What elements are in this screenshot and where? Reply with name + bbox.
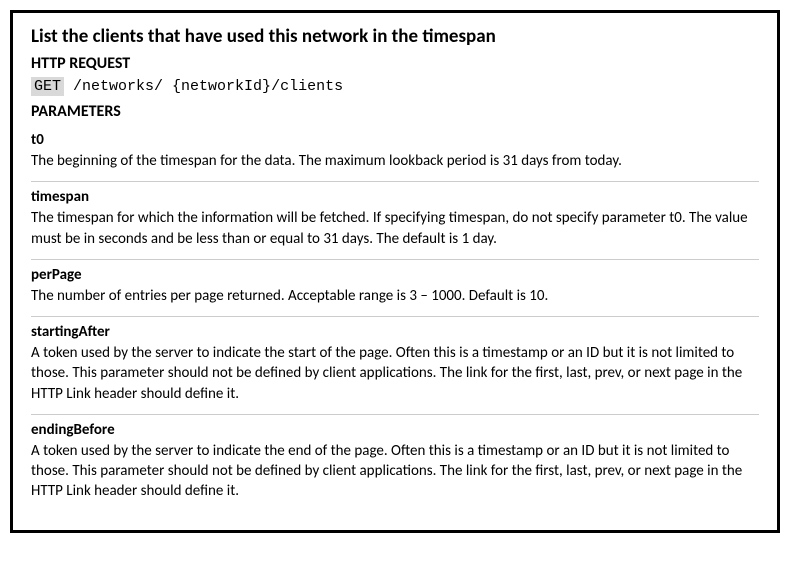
param-desc: A token used by the server to indicate t… (31, 441, 759, 502)
http-path: /networks/ {networkId}/clients (73, 78, 343, 95)
param-block: endingBefore A token used by the server … (31, 414, 759, 512)
http-method-badge: GET (31, 77, 64, 96)
param-desc: The number of entries per page returned.… (31, 286, 759, 306)
param-desc: A token used by the server to indicate t… (31, 343, 759, 404)
param-block: t0 The beginning of the timespan for the… (31, 125, 759, 181)
param-name: perPage (31, 266, 759, 284)
param-block: startingAfter A token used by the server… (31, 316, 759, 414)
param-name: endingBefore (31, 421, 759, 439)
param-name: t0 (31, 131, 759, 149)
http-request-heading: HTTP REQUEST (31, 54, 759, 73)
param-desc: The timespan for which the information w… (31, 208, 759, 249)
http-request-line: GET /networks/ {networkId}/clients (31, 77, 759, 96)
doc-frame: List the clients that have used this net… (10, 10, 780, 533)
parameters-heading: PARAMETERS (31, 102, 759, 121)
param-desc: The beginning of the timespan for the da… (31, 151, 759, 171)
endpoint-title: List the clients that have used this net… (31, 25, 759, 48)
param-name: startingAfter (31, 323, 759, 341)
param-block: perPage The number of entries per page r… (31, 259, 759, 316)
param-name: timespan (31, 188, 759, 206)
param-block: timespan The timespan for which the info… (31, 181, 759, 259)
